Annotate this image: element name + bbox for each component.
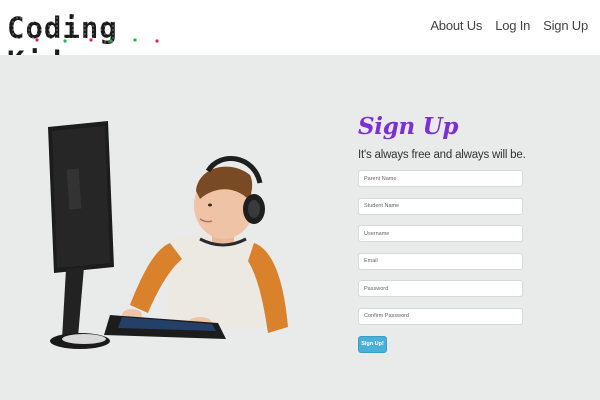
confirm-password-field[interactable]: [358, 307, 523, 325]
parent-name-field[interactable]: [358, 170, 523, 187]
username-field[interactable]: [358, 225, 523, 243]
nav-about-us[interactable]: About Us: [430, 18, 482, 33]
site-logo[interactable]: Coding Kids: [7, 8, 172, 79]
form-fields: [358, 170, 528, 325]
email-field[interactable]: [358, 252, 523, 270]
signup-section: Sign Up It's always free and always will…: [0, 55, 600, 400]
logo-text: Coding Kids: [7, 11, 118, 79]
site-header: Coding Kids About Us Log In Sign Up: [0, 0, 600, 79]
main-nav: About Us Log In Sign Up: [430, 18, 588, 33]
nav-log-in[interactable]: Log In: [495, 18, 530, 33]
student-name-field[interactable]: [358, 197, 523, 215]
monitor-icon: [48, 121, 114, 349]
signup-subtitle: It's always free and always will be.: [358, 149, 526, 161]
kid-figure: [122, 156, 288, 333]
kid-at-computer-illustration: [48, 121, 288, 349]
signup-title: Sign Up: [358, 113, 459, 140]
nav-sign-up[interactable]: Sign Up: [543, 18, 588, 33]
signup-form: Sign Up It's always free and always will…: [358, 113, 528, 353]
password-field[interactable]: [358, 280, 523, 298]
sign-up-submit-button[interactable]: Sign Up!: [358, 335, 387, 353]
